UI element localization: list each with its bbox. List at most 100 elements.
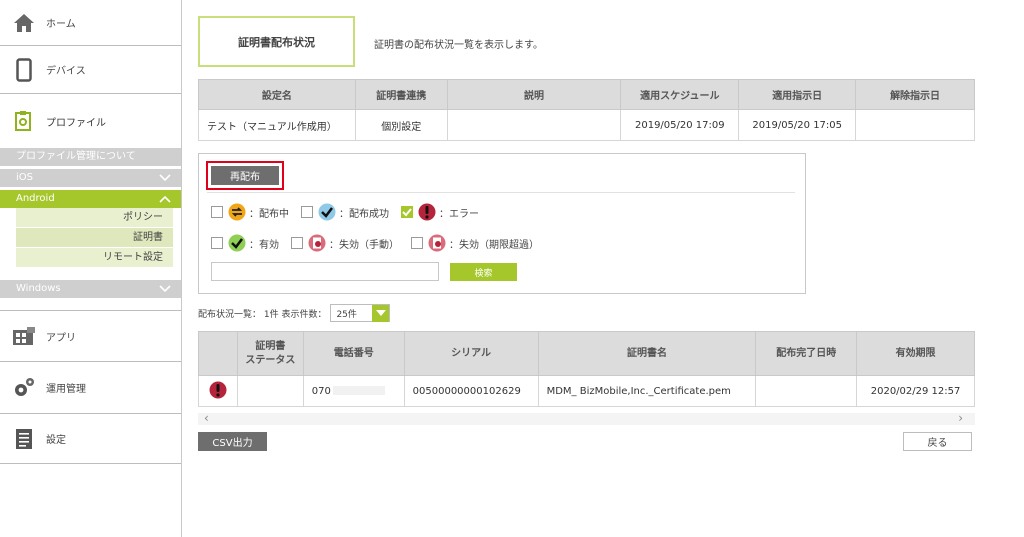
page-description: 証明書の配布状況一覧を表示します。	[374, 40, 543, 51]
distributing-icon	[228, 203, 246, 221]
profile-android-menu[interactable]: Android	[0, 190, 181, 208]
nav-apps-label: アプリ	[46, 332, 76, 344]
checkbox[interactable]	[411, 237, 423, 249]
filter-revoked-expired[interactable]: ：失効（期限超過）	[411, 234, 539, 252]
col-completed: 配布完了日時	[755, 331, 858, 376]
profile-windows-label: Windows	[16, 283, 61, 294]
filter-error[interactable]: ：エラー	[401, 203, 479, 221]
nav-operations[interactable]: 運用管理	[0, 362, 181, 414]
filter-revoked-manual[interactable]: ：失効（手動）	[291, 234, 399, 252]
filter-distributing[interactable]: ：配布中	[211, 203, 289, 221]
profile-android-label: Android	[16, 193, 55, 204]
nav-home[interactable]: ホーム	[0, 0, 181, 46]
revoked-expired-icon	[428, 234, 446, 252]
phone-number: 070	[311, 385, 331, 397]
sidebar-item-policy[interactable]: ポリシー	[16, 208, 173, 228]
col-description: 説明	[446, 79, 622, 110]
cell-schedule: 2019/05/20 17:09	[620, 109, 740, 141]
profile-ios-label: iOS	[16, 172, 33, 183]
nav-devices[interactable]: デバイス	[0, 46, 181, 94]
list-count-row: 配布状況一覧： 1件 表示件数： 25件	[198, 304, 391, 322]
filter-revoked-expired-label: ：失効（期限超過）	[449, 239, 539, 251]
col-cert-status-line2: ステータス	[245, 354, 296, 366]
error-icon	[209, 381, 227, 398]
col-cert-link: 証明書連携	[354, 79, 448, 110]
cell-apply-date: 2019/05/20 17:05	[738, 109, 857, 141]
checkbox-checked[interactable]	[401, 206, 413, 218]
sidebar-item-remote-settings[interactable]: リモート設定	[16, 248, 173, 268]
gear-icon	[12, 376, 36, 400]
chevron-right-icon[interactable]: ›	[958, 411, 963, 425]
nav-operations-label: 運用管理	[46, 384, 86, 395]
table-row[interactable]: 070 00500000000102629 MDM_ BizMobile,Inc…	[198, 375, 975, 407]
cell-setting-name: テスト（マニュアル作成用）	[198, 109, 356, 141]
filter-error-label: ：エラー	[439, 208, 479, 220]
sidebar: ホーム デバイス プロファイル プロファイル管理について iOS Android…	[0, 0, 182, 537]
device-icon	[12, 57, 36, 82]
filter-success[interactable]: ：配布成功	[301, 203, 389, 221]
col-phone: 電話番号	[302, 331, 405, 376]
profile-ios-menu[interactable]: iOS	[0, 169, 181, 187]
profile-info-table: 設定名 証明書連携 説明 適用スケジュール 適用指示日 解除指示日 テスト（マニ…	[198, 79, 975, 141]
col-cert-status: 証明書 ステータス	[236, 331, 304, 376]
page-title: 証明書配布状況	[198, 16, 355, 67]
nav-home-label: ホーム	[46, 19, 76, 30]
col-serial: シリアル	[403, 331, 539, 376]
home-icon	[12, 11, 36, 35]
cell-status-icon	[198, 375, 238, 407]
chevron-up-icon	[159, 190, 171, 215]
search-input[interactable]	[211, 262, 439, 281]
checkbox[interactable]	[291, 237, 303, 249]
redistribute-button[interactable]: 再配布	[211, 166, 279, 185]
per-page-select[interactable]: 25件	[330, 304, 391, 322]
revoked-manual-icon	[308, 234, 326, 252]
profile-about-label: プロファイル管理について	[16, 151, 136, 162]
settings-icon	[12, 427, 36, 451]
sidebar-item-certificate[interactable]: 証明書	[16, 228, 173, 248]
redacted-mask	[332, 386, 385, 395]
filter-valid[interactable]: ：有効	[211, 234, 279, 252]
nav-apps[interactable]: アプリ	[0, 310, 181, 362]
cell-completed	[755, 375, 858, 407]
checkbox[interactable]	[301, 206, 313, 218]
col-cert-status-line1: 証明書	[255, 340, 286, 352]
chevron-left-icon[interactable]: ‹	[204, 411, 209, 425]
nav-settings-label: 設定	[46, 435, 66, 446]
profile-windows-menu[interactable]: Windows	[0, 280, 181, 298]
valid-check-icon	[228, 234, 246, 252]
csv-export-button[interactable]: CSV出力	[198, 432, 267, 451]
profile-about-link[interactable]: プロファイル管理について	[0, 148, 181, 166]
col-setting-name: 設定名	[198, 79, 356, 110]
col-cert-name: 証明書名	[537, 331, 757, 376]
col-expiry: 有効期限	[856, 331, 975, 376]
redistribute-highlight: 再配布	[206, 161, 284, 190]
per-page-value: 25件	[336, 309, 357, 320]
apps-icon	[12, 324, 36, 348]
search-button[interactable]: 検索	[450, 263, 517, 281]
certificate-table: 証明書ステータス 電話番号 シリアル 証明書名 配布完了日時 有効期限 070 …	[198, 331, 975, 407]
chevron-down-icon[interactable]	[372, 304, 390, 322]
success-check-icon	[318, 203, 336, 221]
horizontal-scrollbar[interactable]: ‹ ›	[198, 411, 975, 425]
back-button[interactable]: 戻る	[903, 432, 972, 451]
nav-profile[interactable]: プロファイル	[0, 94, 181, 148]
status-filter-row-2: ：有効 ：失効（手動） ：失効（期限超過）	[211, 234, 551, 252]
cell-cert-name: MDM_ BizMobile,Inc._Certificate.pem	[537, 375, 757, 407]
error-icon	[418, 203, 436, 221]
col-schedule: 適用スケジュール	[620, 79, 740, 110]
col-status-icon	[198, 331, 238, 376]
nav-profile-label: プロファイル	[46, 117, 106, 129]
checkbox[interactable]	[211, 237, 223, 249]
filter-panel: 再配布 ：配布中 ：配布成功 ：エラー ：有効 ：失効（手動） ：失効（期限超過…	[198, 153, 806, 294]
cell-description	[446, 109, 622, 141]
status-filter-row-1: ：配布中 ：配布成功 ：エラー	[211, 203, 491, 221]
table-row: テスト（マニュアル作成用） 個別設定 2019/05/20 17:09 2019…	[198, 109, 975, 141]
cell-cert-status	[236, 375, 304, 407]
profile-icon	[12, 109, 36, 133]
nav-devices-label: デバイス	[46, 66, 86, 77]
nav-settings[interactable]: 設定	[0, 414, 181, 464]
checkbox[interactable]	[211, 206, 223, 218]
filter-success-label: ：配布成功	[339, 208, 389, 220]
cell-cert-link: 個別設定	[354, 109, 448, 141]
filter-valid-label: ：有効	[249, 239, 279, 251]
